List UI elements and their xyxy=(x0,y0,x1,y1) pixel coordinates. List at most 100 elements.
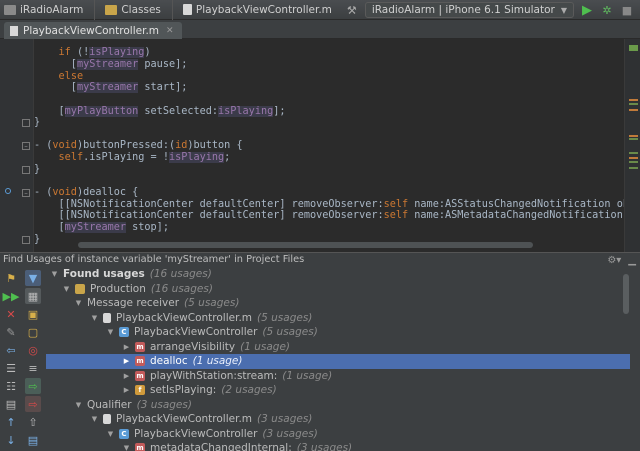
expanded-arrow-icon[interactable]: ▼ xyxy=(50,270,59,278)
usage-marker[interactable] xyxy=(629,103,638,105)
expanded-arrow-icon[interactable]: ▼ xyxy=(90,415,99,423)
show-write-access-icon[interactable]: ⇨ xyxy=(25,396,41,412)
fold-marker-icon[interactable] xyxy=(22,236,30,244)
show-read-access-icon[interactable]: ⇨ xyxy=(25,378,41,394)
fold-marker-icon[interactable]: – xyxy=(22,189,30,197)
editor-gutter[interactable]: – – xyxy=(0,39,34,252)
code-line: } xyxy=(34,117,41,128)
tree-row-label: Qualifier xyxy=(87,398,132,411)
code-area[interactable]: if (!isPlaying) [myStreamer pause]; else… xyxy=(34,39,640,252)
usage-marker[interactable] xyxy=(629,138,638,140)
fold-marker-icon[interactable] xyxy=(22,166,30,174)
expanded-arrow-icon[interactable]: ▼ xyxy=(106,328,115,336)
code-line: [myStreamer pause]; xyxy=(34,59,188,70)
close-icon[interactable]: ✕ xyxy=(3,306,19,322)
merge-icon[interactable]: ≡ xyxy=(25,360,41,376)
build-config-icon[interactable]: ⚒ xyxy=(345,3,359,17)
code-editor[interactable]: – – if (!isPlaying) [myStreamer pause]; … xyxy=(0,39,640,252)
pin-tab-icon[interactable]: ✎ xyxy=(3,324,19,340)
usage-marker[interactable] xyxy=(629,157,638,159)
code-line: [myStreamer stop]; xyxy=(34,222,169,233)
method-icon: m xyxy=(135,370,145,381)
tree-row-label: Found usages xyxy=(63,268,145,281)
collapsed-arrow-icon[interactable]: ▶ xyxy=(122,343,131,351)
pin-icon[interactable]: ⚑ xyxy=(3,270,19,286)
previous-occurrence-icon[interactable]: ⇦ xyxy=(3,342,19,358)
breakpoint-icon[interactable] xyxy=(5,188,11,194)
down-arrow-icon[interactable]: ↓ xyxy=(3,432,19,448)
usage-marker[interactable] xyxy=(629,109,638,111)
tree-row-message-receiver[interactable]: ▼ Message receiver (5 usages) xyxy=(46,296,630,311)
usage-marker[interactable] xyxy=(629,99,638,101)
run-icon[interactable]: ▶ xyxy=(580,3,594,18)
rerun-icon[interactable]: ▶▶ xyxy=(3,288,20,304)
collapsed-arrow-icon[interactable]: ▶ xyxy=(122,357,131,365)
collapse-all-icon[interactable]: ☷ xyxy=(3,378,19,394)
tree-row-method[interactable]: ▼ m metadataChangedInternal: (3 usages) xyxy=(46,441,630,451)
tree-row-method[interactable]: ▶ m arrangeVisibility (1 usage) xyxy=(46,340,630,355)
code-line: [myStreamer start]; xyxy=(34,82,188,93)
usage-marker[interactable] xyxy=(629,167,638,169)
help-icon[interactable]: ▤ xyxy=(25,432,41,448)
usages-tree[interactable]: ▼ Found usages (16 usages) ▼ Production … xyxy=(46,266,630,451)
tree-row-label: playWithStation:stream: xyxy=(150,369,278,382)
settings-icon[interactable]: ⚙▾ xyxy=(607,255,621,266)
tree-row-method[interactable]: ▶ m playWithStation:stream: (1 usage) xyxy=(46,369,630,384)
export-icon[interactable]: ⇧ xyxy=(25,414,41,430)
tree-row-class[interactable]: ▼ C PlaybackViewController (3 usages) xyxy=(46,427,630,442)
up-arrow-icon[interactable]: ↑ xyxy=(3,414,19,430)
horizontal-scrollbar[interactable] xyxy=(78,242,533,248)
fold-marker-icon[interactable] xyxy=(22,119,30,127)
group-by-module-icon[interactable]: ▣ xyxy=(25,306,41,322)
find-usages-header: Find Usages of instance variable 'myStre… xyxy=(0,252,640,266)
method-icon: m xyxy=(135,341,145,352)
usage-count: (3 usages) xyxy=(296,442,353,451)
error-stripe[interactable] xyxy=(624,39,640,252)
tree-row-qualifier[interactable]: ▼ Qualifier (3 usages) xyxy=(46,398,630,413)
group-by-type-icon[interactable]: ▦ xyxy=(25,288,41,304)
close-icon[interactable]: ✕ xyxy=(166,26,174,36)
tree-row-file[interactable]: ▼ PlaybackViewController.m (5 usages) xyxy=(46,311,630,326)
vertical-scrollbar[interactable] xyxy=(623,274,629,314)
breadcrumb-folder[interactable]: Classes xyxy=(101,0,179,20)
file-icon xyxy=(10,25,18,36)
group-by-file-icon[interactable]: ◎ xyxy=(25,342,41,358)
fold-marker-icon[interactable]: – xyxy=(22,142,30,150)
expanded-arrow-icon[interactable]: ▼ xyxy=(74,401,83,409)
code-line: self.isPlaying = !isPlaying; xyxy=(58,152,231,163)
breadcrumb-file[interactable]: PlaybackViewController.m xyxy=(179,0,338,20)
tree-row-file[interactable]: ▼ PlaybackViewController.m (3 usages) xyxy=(46,412,630,427)
run-configuration-label: iRadioAlarm | iPhone 6.1 Simulator xyxy=(371,4,555,16)
tab-playbackviewcontroller[interactable]: PlaybackViewController.m ✕ xyxy=(4,22,182,39)
collapsed-arrow-icon[interactable]: ▶ xyxy=(122,386,131,394)
filter-icon[interactable]: ▼ xyxy=(25,270,41,286)
expanded-arrow-icon[interactable]: ▼ xyxy=(90,314,99,322)
minimize-icon[interactable]: ▁ xyxy=(628,255,636,266)
expanded-arrow-icon[interactable]: ▼ xyxy=(62,285,71,293)
tree-row-production[interactable]: ▼ Production (16 usages) xyxy=(46,282,630,297)
expanded-arrow-icon[interactable]: ▼ xyxy=(122,444,131,451)
run-configuration-select[interactable]: iRadioAlarm | iPhone 6.1 Simulator ▼ xyxy=(364,2,574,18)
usage-marker[interactable] xyxy=(629,161,638,163)
usage-marker[interactable] xyxy=(629,152,638,154)
tree-row-class[interactable]: ▼ C PlaybackViewController (5 usages) xyxy=(46,325,630,340)
group-by-directory-icon[interactable]: ▢ xyxy=(25,324,41,340)
status-ok-icon xyxy=(629,45,638,51)
tree-row-method-selected[interactable]: ▶ m dealloc (1 usage) xyxy=(46,354,630,369)
find-toolbar-left: ⚑ ▶▶ ✕ ✎ ⇦ ☰ ☷ ▤ ↑ ↓ xyxy=(0,266,22,451)
debug-icon[interactable]: ✲ xyxy=(600,3,614,17)
breadcrumb-project[interactable]: iRadioAlarm xyxy=(0,0,101,20)
tree-row-found-usages[interactable]: ▼ Found usages (16 usages) xyxy=(46,267,630,282)
usage-count: (5 usages) xyxy=(184,297,240,310)
usage-count: (5 usages) xyxy=(257,311,313,324)
usage-marker[interactable] xyxy=(629,135,638,137)
usage-count: (3 usages) xyxy=(257,413,313,426)
expanded-arrow-icon[interactable]: ▼ xyxy=(106,430,115,438)
expand-all-icon[interactable]: ☰ xyxy=(3,360,19,376)
tree-row-property[interactable]: ▶ f setIsPlaying: (2 usages) xyxy=(46,383,630,398)
expanded-arrow-icon[interactable]: ▼ xyxy=(74,299,83,307)
stop-icon[interactable]: ■ xyxy=(620,3,634,17)
tree-row-label: metadataChangedInternal: xyxy=(150,442,292,451)
collapsed-arrow-icon[interactable]: ▶ xyxy=(122,372,131,380)
preview-icon[interactable]: ▤ xyxy=(3,396,19,412)
